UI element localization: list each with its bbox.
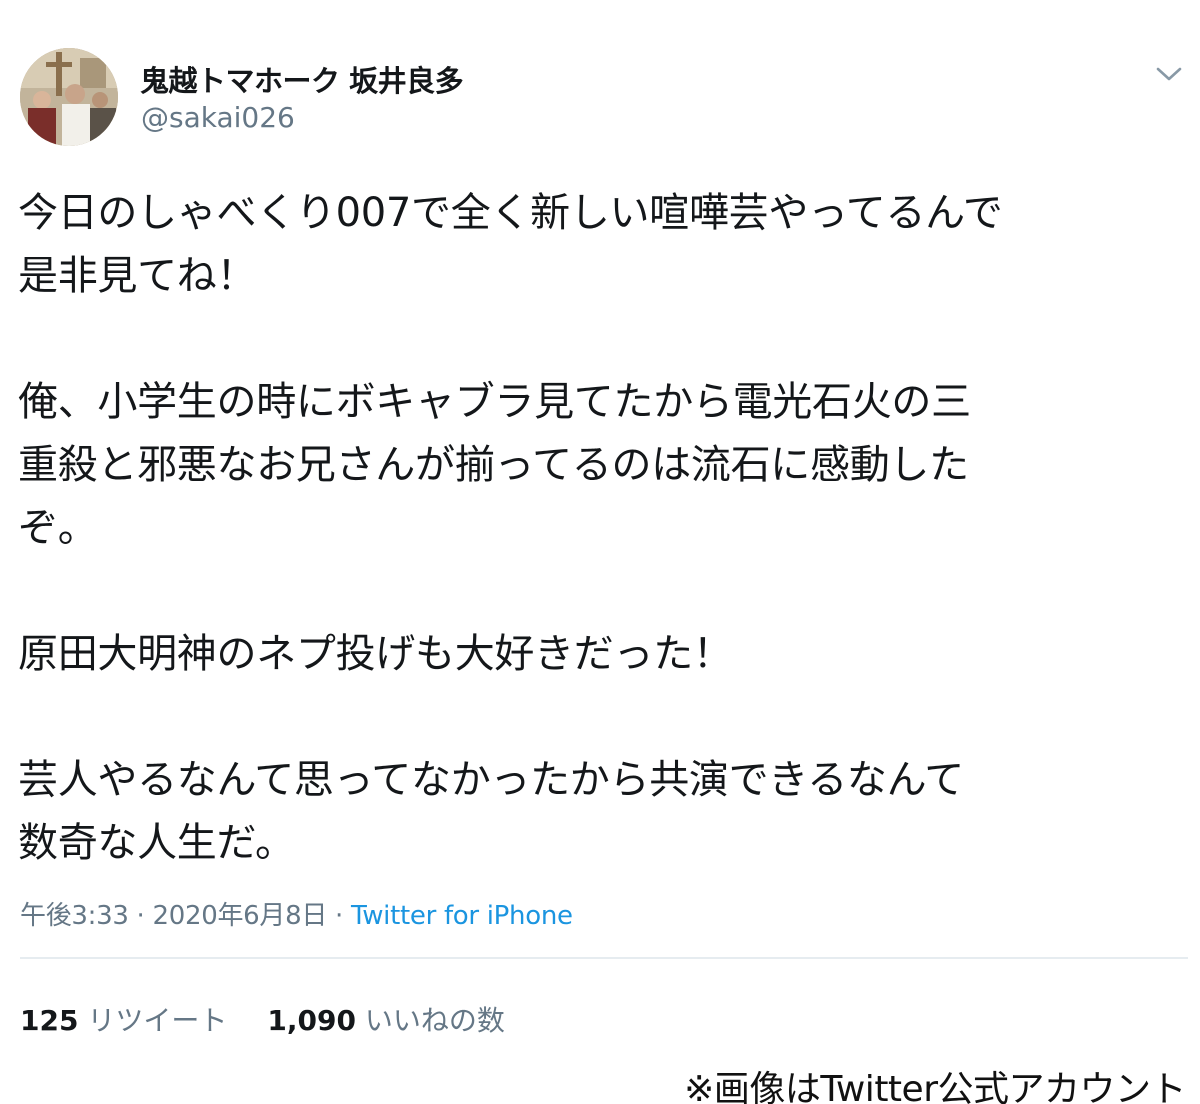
image-credit: ※画像はTwitter公式アカウント [684, 1069, 1186, 1104]
tweet-paragraph: 芸人やるなんて思ってなかったから共演できるなんて 数奇な人生だ。 [18, 757, 964, 866]
tweet-timestamp[interactable]: 午後3:33 · 2020年6月8日 · [20, 901, 351, 931]
like-stat[interactable]: 1,090 いいねの数 [267, 1004, 505, 1037]
chevron-down-icon[interactable] [1152, 62, 1186, 86]
display-name[interactable]: 鬼越トマホーク 坂井良多 [140, 58, 464, 100]
avatar-photo [20, 48, 118, 146]
tweet-paragraph: 今日のしゃべくり007で全く新しい喧嘩芸やってるんで 是非見てね！ [18, 190, 1003, 299]
retweet-label: リツイート [87, 1004, 228, 1037]
tweet-paragraph: 原田大明神のネプ投げも大好きだった！ [18, 631, 733, 677]
avatar[interactable] [20, 48, 118, 146]
like-count: 1,090 [267, 1004, 356, 1037]
tweet-text: 今日のしゃべくり007で全く新しい喧嘩芸やってるんで 是非見てね！ 俺、小学生の… [18, 182, 1188, 875]
retweet-stat[interactable]: 125 リツイート [20, 1004, 227, 1037]
tweet-card: 鬼越トマホーク 坂井良多 @sakai026 今日のしゃべくり007で全く新しい… [0, 0, 1200, 1058]
divider [20, 957, 1188, 959]
tweet-source-link[interactable]: Twitter for iPhone [351, 901, 573, 931]
page: 鬼越トマホーク 坂井良多 @sakai026 今日のしゃべくり007で全く新しい… [0, 0, 1200, 1104]
user-handle[interactable]: @sakai026 [141, 101, 295, 134]
like-label: いいねの数 [364, 1004, 505, 1037]
tweet-metadata: 午後3:33 · 2020年6月8日 · Twitter for iPhone [20, 895, 573, 932]
tweet-stats: 125 リツイート 1,090 いいねの数 [20, 999, 505, 1039]
retweet-count: 125 [20, 1004, 79, 1037]
tweet-paragraph: 俺、小学生の時にボキャブラ見てたから電光石火の三 重殺と邪悪なお兄さんが揃ってる… [18, 379, 971, 551]
